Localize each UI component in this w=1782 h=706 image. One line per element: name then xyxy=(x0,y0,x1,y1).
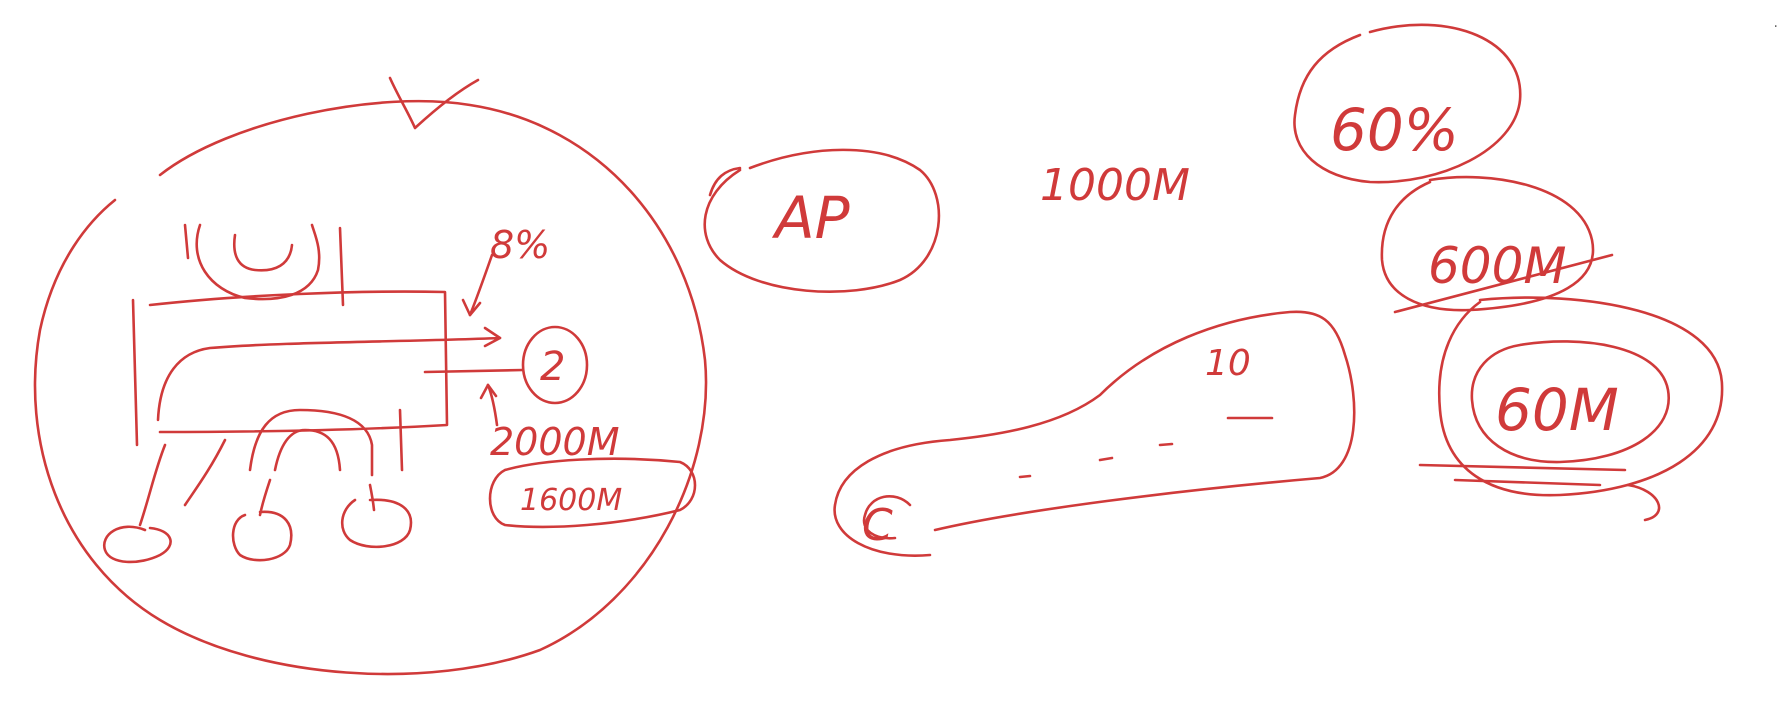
dash-3 xyxy=(1158,442,1174,447)
right-cluster: 60% 600M 60M xyxy=(1293,23,1724,522)
dash-1 xyxy=(1018,474,1032,479)
rack-inner-line xyxy=(423,368,525,374)
arrow-down-head xyxy=(461,298,482,317)
whiteboard-canvas: 8% 2 2000M 1600M AP 1000M C 10 60% 600M … xyxy=(33,23,1724,676)
leg-line-4 xyxy=(368,483,376,512)
leg-line-1 xyxy=(138,443,167,527)
top-u-shape xyxy=(195,223,321,301)
left-cluster: 8% 2 2000M 1600M xyxy=(33,76,708,676)
label-c: C xyxy=(862,500,893,551)
bottom-u-outer xyxy=(248,408,374,477)
leg-line-2 xyxy=(183,438,227,507)
bottom-u-inner xyxy=(273,428,342,472)
underline-60m-1 xyxy=(1418,463,1627,472)
label-600m: 600M xyxy=(1428,237,1567,295)
arrow-up-head xyxy=(479,383,498,400)
label-8pct: 8% xyxy=(490,223,550,267)
arrow-down-from-8pct xyxy=(468,253,494,317)
foot-3 xyxy=(341,498,413,549)
label-ap: AP xyxy=(771,184,850,252)
label-1600m: 1600M xyxy=(520,483,622,518)
label-60pct: 60% xyxy=(1330,96,1459,164)
edge-marker: · xyxy=(1773,19,1778,35)
top-post-left xyxy=(183,223,190,260)
circle-60m-tail xyxy=(1626,483,1661,522)
dash-2 xyxy=(1098,456,1114,462)
label-60m: 60M xyxy=(1495,376,1619,444)
rack-inner-channel xyxy=(156,336,502,422)
label-10: 10 xyxy=(1205,343,1251,384)
foot-1 xyxy=(102,525,172,564)
middle-cluster: AP 1000M C 10 xyxy=(703,148,1356,557)
elongated-shape xyxy=(833,310,1356,557)
label-2000m: 2000M xyxy=(490,420,620,464)
label-1000m: 1000M xyxy=(1040,160,1190,211)
bottom-post xyxy=(398,408,404,472)
leg-line-3 xyxy=(258,478,272,517)
rack-left-bar xyxy=(131,298,139,447)
foot-2 xyxy=(231,510,293,562)
label-2: 2 xyxy=(540,344,565,390)
underline-60m-2 xyxy=(1453,478,1602,487)
top-u-inner xyxy=(233,233,294,272)
